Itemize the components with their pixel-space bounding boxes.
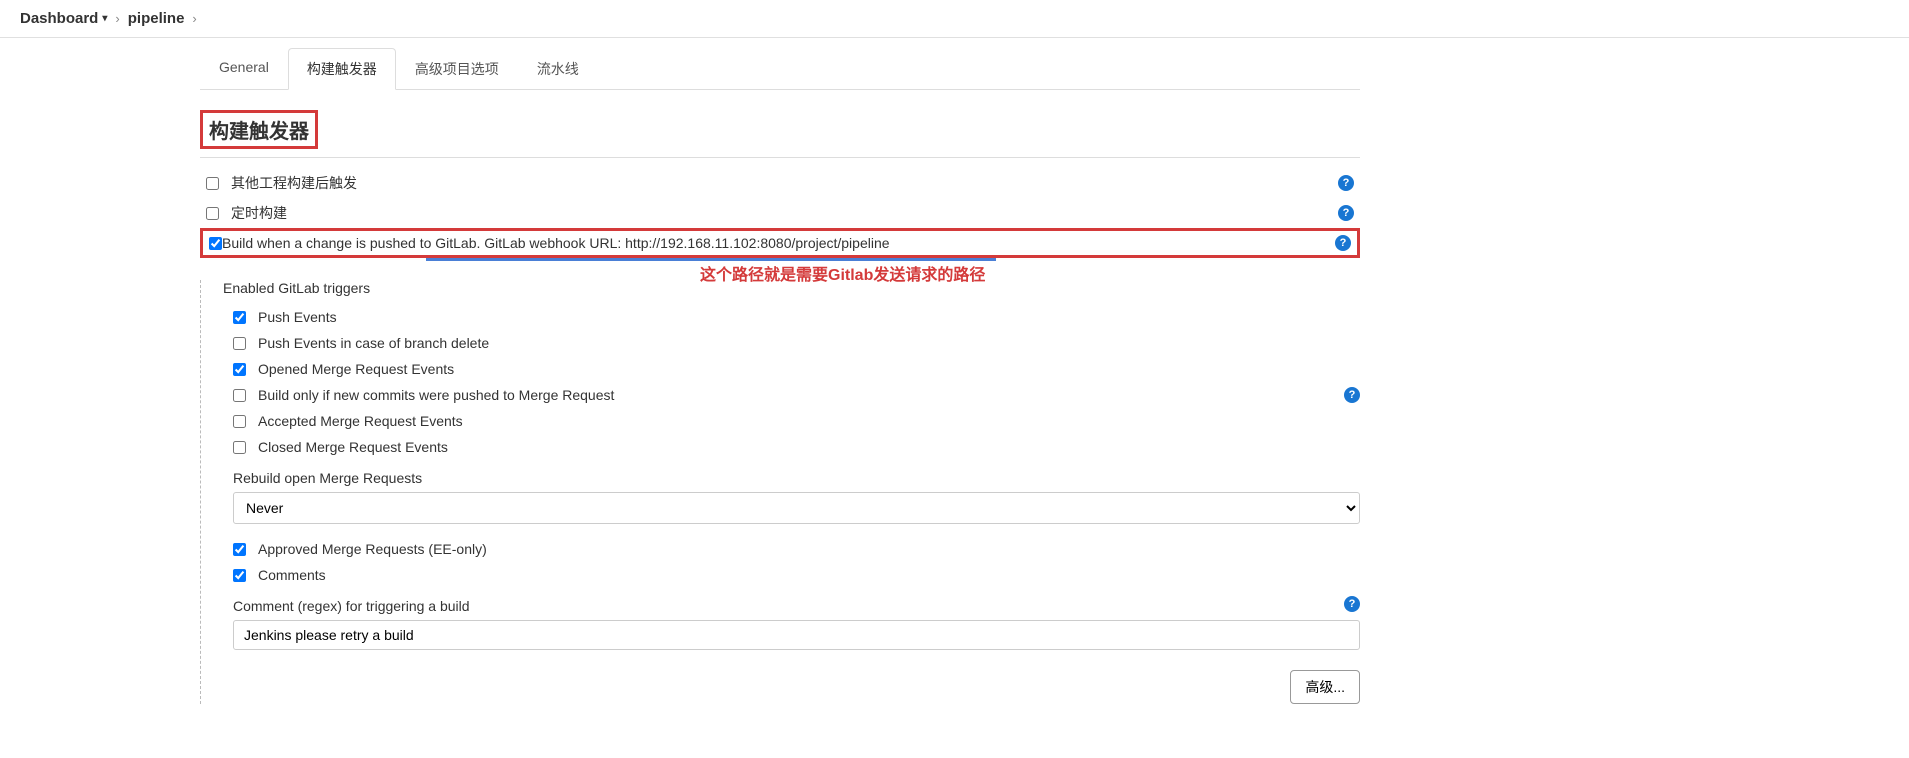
breadcrumb-dashboard-label: Dashboard — [20, 10, 98, 27]
tab-advanced[interactable]: 高级项目选项 — [396, 48, 518, 90]
comment-regex-input[interactable] — [233, 620, 1360, 650]
label-gitlab-webhook: Build when a change is pushed to GitLab.… — [222, 235, 1335, 251]
breadcrumb: Dashboard ▾ › pipeline › — [0, 0, 1909, 38]
advanced-button[interactable]: 高级... — [1290, 670, 1360, 704]
help-icon[interactable]: ? — [1335, 235, 1351, 251]
checkbox-gitlab-webhook[interactable] — [209, 237, 222, 250]
label-closed-mr: Closed Merge Request Events — [258, 439, 448, 455]
trigger-accepted-mr: Accepted Merge Request Events — [217, 408, 1360, 434]
option-gitlab-webhook: Build when a change is pushed to GitLab.… — [200, 228, 1360, 258]
section-title: 构建触发器 — [200, 110, 318, 149]
help-icon[interactable]: ? — [1338, 175, 1354, 191]
tab-build-triggers[interactable]: 构建触发器 — [288, 48, 396, 90]
rebuild-mr-select[interactable]: Never — [233, 492, 1360, 524]
trigger-opened-mr: Opened Merge Request Events — [217, 356, 1360, 382]
option-timed-build: 定时构建 ? — [200, 198, 1360, 228]
rebuild-mr-label: Rebuild open Merge Requests — [233, 470, 1360, 486]
tab-general[interactable]: General — [200, 48, 288, 90]
label-push-events: Push Events — [258, 309, 337, 325]
label-comments: Comments — [258, 567, 326, 583]
label-timed-build: 定时构建 — [231, 203, 1338, 223]
checkbox-push-branch-delete[interactable] — [233, 337, 246, 350]
checkbox-comments[interactable] — [233, 569, 246, 582]
label-build-only-new-commits: Build only if new commits were pushed to… — [258, 387, 614, 403]
chevron-right-icon: › — [115, 11, 119, 26]
label-push-branch-delete: Push Events in case of branch delete — [258, 335, 489, 351]
checkbox-timed-build[interactable] — [206, 207, 219, 220]
label-after-other-build: 其他工程构建后触发 — [231, 173, 1338, 193]
build-triggers-section: 构建触发器 其他工程构建后触发 ? 定时构建 ? Build when a ch… — [200, 110, 1360, 704]
comment-regex-label: Comment (regex) for triggering a build — [233, 598, 1336, 614]
section-divider — [200, 157, 1360, 158]
help-icon[interactable]: ? — [1338, 205, 1354, 221]
checkbox-build-only-new-commits[interactable] — [233, 389, 246, 402]
label-approved-mr: Approved Merge Requests (EE-only) — [258, 541, 487, 557]
gitlab-webhook-row-wrap: Build when a change is pushed to GitLab.… — [200, 228, 1360, 258]
checkbox-push-events[interactable] — [233, 311, 246, 324]
breadcrumb-project-label: pipeline — [128, 10, 185, 27]
dropdown-caret-icon: ▾ — [102, 13, 107, 24]
trigger-push-events: Push Events — [217, 304, 1360, 330]
trigger-comments: Comments — [217, 562, 1360, 588]
checkbox-opened-mr[interactable] — [233, 363, 246, 376]
annotation-text: 这个路径就是需要Gitlab发送请求的路径 — [700, 261, 985, 285]
trigger-push-branch-delete: Push Events in case of branch delete — [217, 330, 1360, 356]
label-accepted-mr: Accepted Merge Request Events — [258, 413, 463, 429]
help-icon[interactable]: ? — [1344, 387, 1360, 403]
main-content: General 构建触发器 高级项目选项 流水线 构建触发器 其他工程构建后触发… — [200, 38, 1370, 734]
help-icon[interactable]: ? — [1344, 596, 1360, 612]
trigger-build-only-new-commits: Build only if new commits were pushed to… — [217, 382, 1336, 408]
checkbox-approved-mr[interactable] — [233, 543, 246, 556]
gitlab-triggers-subsection: Enabled GitLab triggers Push Events Push… — [200, 280, 1360, 704]
config-tabs: General 构建触发器 高级项目选项 流水线 — [200, 38, 1360, 90]
label-opened-mr: Opened Merge Request Events — [258, 361, 454, 377]
tab-pipeline[interactable]: 流水线 — [518, 48, 598, 90]
checkbox-after-other-build[interactable] — [206, 177, 219, 190]
breadcrumb-dashboard[interactable]: Dashboard ▾ — [20, 10, 107, 27]
trigger-approved-mr: Approved Merge Requests (EE-only) — [217, 536, 1360, 562]
breadcrumb-project[interactable]: pipeline — [128, 10, 185, 27]
option-after-other-build: 其他工程构建后触发 ? — [200, 168, 1360, 198]
trigger-closed-mr: Closed Merge Request Events — [217, 434, 1360, 460]
chevron-right-icon: › — [192, 11, 196, 26]
checkbox-accepted-mr[interactable] — [233, 415, 246, 428]
checkbox-closed-mr[interactable] — [233, 441, 246, 454]
